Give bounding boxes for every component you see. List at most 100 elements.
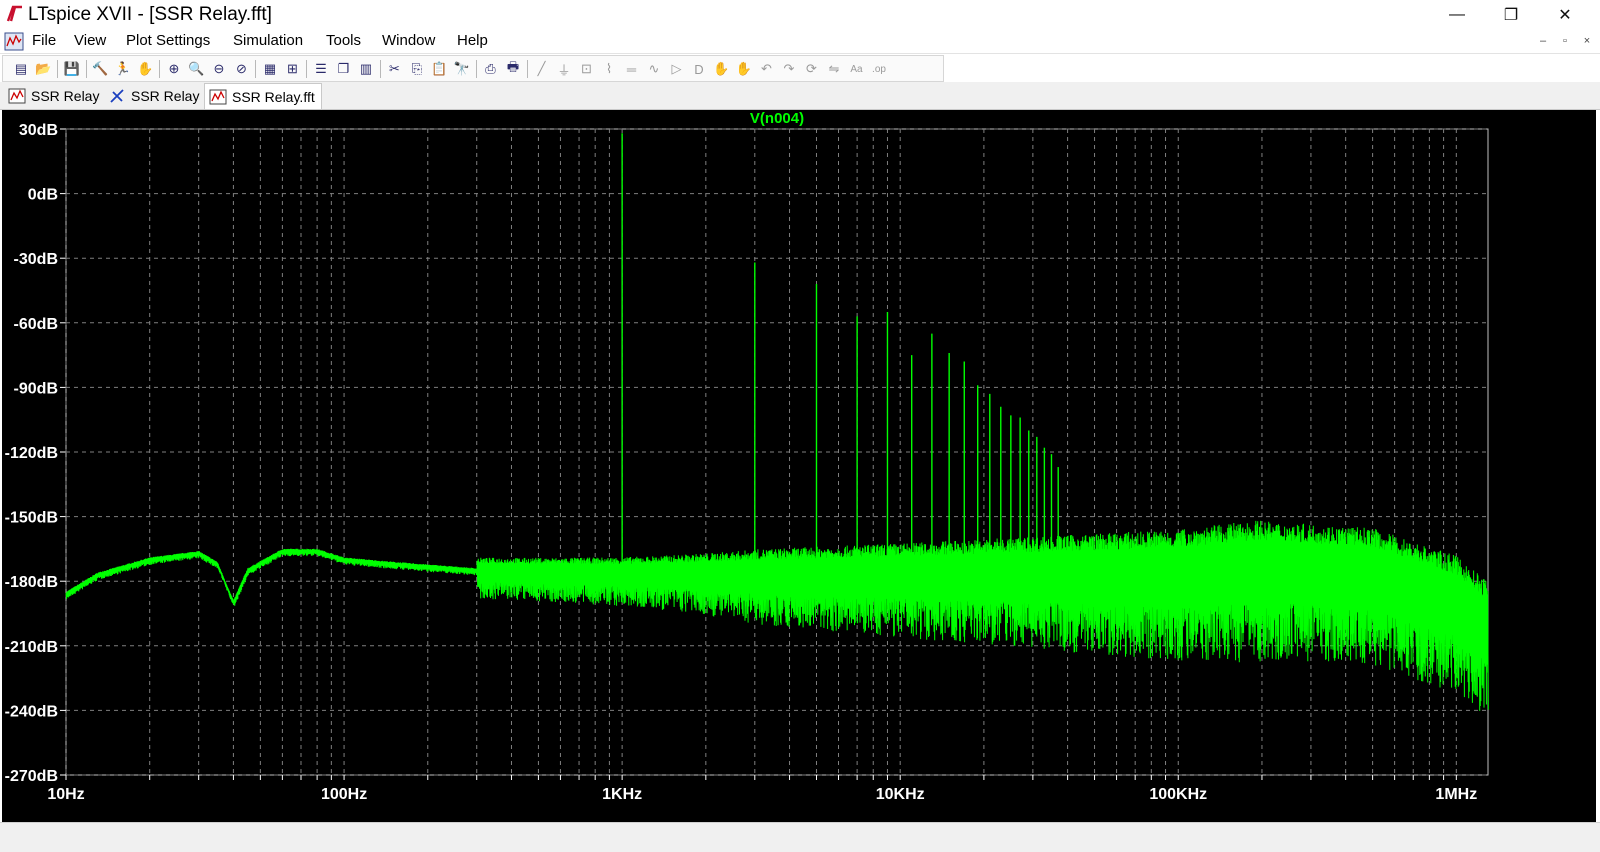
paste-button[interactable]: 📋 (430, 59, 450, 79)
component-button[interactable]: D (689, 59, 709, 79)
save-icon: 💾 (63, 61, 81, 76)
mdi-minimize-icon: – (1539, 35, 1547, 47)
save-button[interactable]: 💾 (62, 59, 82, 79)
tab-ssr-relay-schematic[interactable]: SSR Relay (108, 85, 199, 107)
halt-button[interactable]: ✋ (136, 59, 156, 79)
label-button[interactable]: ⊡ (577, 59, 597, 79)
halt-icon: ✋ (137, 61, 154, 76)
fft-plot[interactable]: 30dB 0dB -30dB -60dB -90dB -120dB -150dB -180dB… (2, 110, 1596, 822)
mirror-button[interactable]: ⇋ (824, 59, 844, 79)
menu-plot-settings[interactable]: Plot Settings (126, 32, 210, 49)
document-waveform-icon[interactable] (4, 32, 24, 51)
autorange-button[interactable]: ▦ (260, 59, 280, 79)
menu-window[interactable]: Window (382, 32, 435, 49)
minimize-icon: — (1449, 6, 1465, 23)
toolbar: ▤ 📂 💾 🔨 🏃 ✋ ⊕ 🔍 ⊖ ⊘ ▦ ⊞ ☰ ❐ ▥ ✂ ⎘ 📋 🔭 ⎙ 🖶 ╱ ⏚ ⊡ ⌇ ═ ∿ ▷ D ✋ ✋ ↶ ↷ ⟳ ⇋ Aa .op (0, 54, 1600, 83)
x-tick-label: 1KHz (602, 786, 642, 803)
schematic-icon (110, 89, 124, 103)
menu-help[interactable]: Help (457, 32, 488, 49)
window-title: LTspice XVII - [SSR Relay.fft] (28, 4, 272, 25)
draw-wire-button[interactable]: ╱ (532, 59, 552, 79)
menu-simulation[interactable]: Simulation (233, 32, 303, 49)
zoom-in-icon: ⊕ (168, 61, 180, 76)
find-icon: 🔭 (453, 61, 471, 76)
tile-vertical-button[interactable]: ▥ (356, 59, 376, 79)
x-tick-label: 10KHz (876, 786, 925, 803)
tab-ssr-relay-fft[interactable]: SSR Relay.fft (204, 83, 322, 109)
mdi-minimize-button[interactable]: – (1534, 33, 1552, 49)
minimize-button[interactable]: — (1434, 0, 1480, 30)
diode-icon: ▷ (671, 61, 682, 76)
tile-horizontal-button[interactable]: ☰ (311, 59, 331, 79)
text-button[interactable]: Aa (847, 59, 867, 79)
restore-icon: ❐ (1503, 7, 1519, 24)
menu-file[interactable]: File (32, 32, 56, 49)
waveform-icon (209, 89, 227, 104)
run-button[interactable]: 🏃 (113, 59, 133, 79)
x-tick-label: 10Hz (47, 786, 84, 803)
fit-button[interactable]: ⊞ (283, 59, 303, 79)
y-tick-label: -30dB (14, 251, 58, 268)
resistor-button[interactable]: ⌇ (599, 59, 619, 79)
find-button[interactable]: 🔭 (452, 59, 472, 79)
drag-button[interactable]: ✋ (734, 59, 754, 79)
menu-tools[interactable]: Tools (326, 32, 361, 49)
redo-button[interactable]: ↷ (779, 59, 799, 79)
control-panel-button[interactable]: 🔨 (91, 59, 111, 79)
copy-button[interactable]: ⎘ (407, 59, 427, 79)
print-button[interactable]: ⎙ (481, 59, 501, 79)
cascade-button[interactable]: ❐ (334, 59, 354, 79)
menu-view[interactable]: View (74, 32, 106, 49)
capacitor-button[interactable]: ═ (622, 59, 642, 79)
toolbar-separator (255, 60, 256, 78)
zoom-area-button[interactable]: 🔍 (187, 59, 207, 79)
zoom-in-button[interactable]: ⊕ (164, 59, 184, 79)
inductor-button[interactable]: ∿ (644, 59, 664, 79)
mdi-restore-button[interactable]: ▫ (1556, 33, 1574, 49)
maximize-button[interactable]: ❐ (1488, 0, 1534, 30)
print-preview-icon: 🖶 (506, 59, 520, 74)
mdi-restore-icon: ▫ (1563, 35, 1567, 47)
menu-bar: File View Plot Settings Simulation Tools… (0, 30, 1600, 54)
y-tick-label: -60dB (14, 316, 58, 333)
undo-button[interactable]: ↶ (757, 59, 777, 79)
mdi-close-icon: × (1583, 35, 1591, 47)
run-icon: 🏃 (114, 61, 132, 76)
fit-icon: ⊞ (287, 61, 298, 76)
trace-label[interactable]: V(n004) (750, 110, 804, 127)
ground-icon: ⏚ (557, 62, 571, 78)
ground-button[interactable]: ⏚ (554, 59, 574, 79)
y-tick-label: -90dB (14, 380, 58, 397)
print-icon: ⎙ (485, 61, 496, 76)
zoom-cancel-button[interactable]: ⊘ (232, 59, 252, 79)
rotate-button[interactable]: ⟳ (802, 59, 822, 79)
tab-ssr-relay-waveform[interactable]: SSR Relay (8, 85, 99, 107)
new-schematic-button[interactable]: ▤ (11, 59, 31, 79)
y-tick-label: -270dB (5, 768, 58, 785)
cut-button[interactable]: ✂ (385, 59, 405, 79)
zoom-out-button[interactable]: ⊖ (209, 59, 229, 79)
print-preview-button[interactable]: 🖶 (503, 59, 523, 79)
spice-directive-button[interactable]: .op (869, 59, 889, 79)
waveform-plot-pane[interactable]: 30dB 0dB -30dB -60dB -90dB -120dB -150dB -180dB… (2, 110, 1596, 822)
close-button[interactable]: ✕ (1542, 0, 1588, 30)
mdi-close-button[interactable]: × (1578, 33, 1596, 49)
redo-icon: ↷ (783, 61, 795, 76)
copy-icon: ⎘ (411, 61, 423, 76)
y-tick-label: 0dB (28, 187, 58, 204)
y-tick-label: 30dB (19, 122, 58, 139)
label-icon: ⊡ (581, 61, 592, 76)
zoom-cancel-icon: ⊘ (236, 61, 247, 76)
mirror-icon: ⇋ (828, 61, 840, 76)
move-button[interactable]: ✋ (712, 59, 732, 79)
toolbar-separator (306, 60, 307, 78)
diode-button[interactable]: ▷ (667, 59, 687, 79)
inductor-icon: ∿ (648, 61, 660, 76)
toolbar-separator (475, 60, 477, 78)
tab-label: SSR Relay (31, 88, 100, 104)
toolbar-separator (57, 60, 58, 78)
open-button[interactable]: 📂 (34, 59, 54, 79)
status-strip (0, 822, 1600, 852)
tab-label: SSR Relay (131, 88, 200, 104)
paste-icon: 📋 (431, 61, 448, 76)
